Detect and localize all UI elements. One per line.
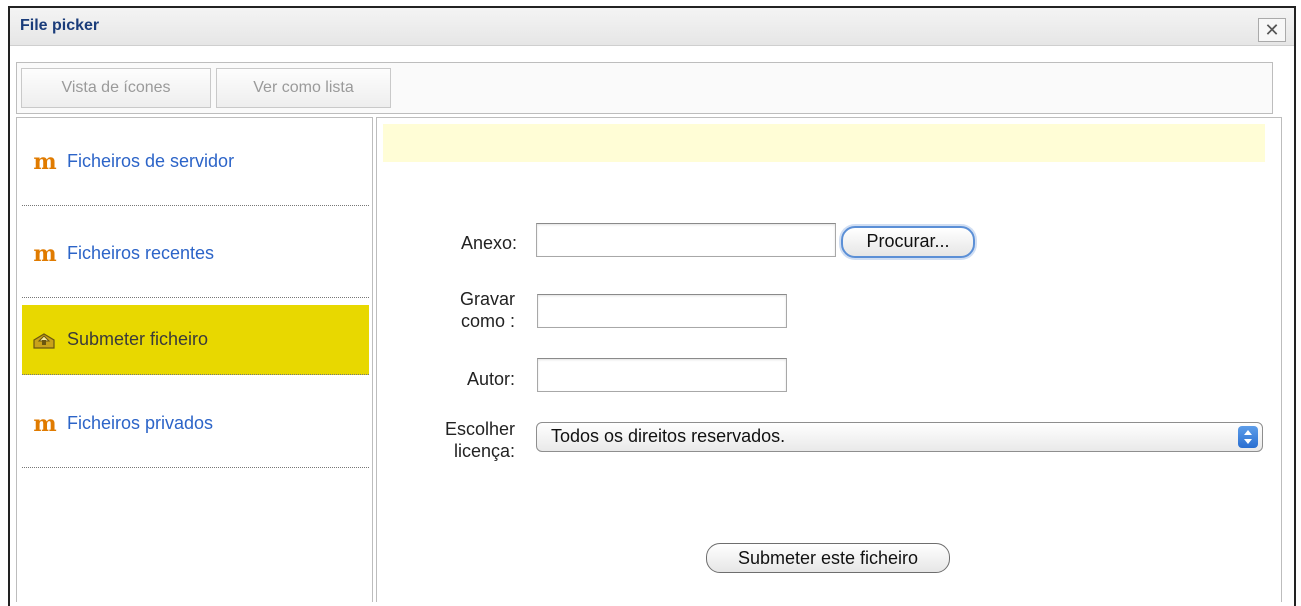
- browse-button[interactable]: Procurar...: [841, 226, 975, 258]
- repository-sidebar: m Ficheiros de servidor m Ficheiros rece…: [16, 117, 373, 602]
- upload-icon: [28, 305, 60, 374]
- saveas-label-line1: Gravar: [459, 289, 515, 309]
- license-label-line2: licença:: [453, 441, 515, 461]
- upload-panel: Anexo: Procurar... Gravar como : Autor: …: [376, 117, 1282, 602]
- sidebar-item-private-files[interactable]: m Ficheiros privados: [22, 380, 369, 468]
- attachment-file-field[interactable]: [536, 223, 836, 257]
- license-selected-value: Todos os direitos reservados.: [551, 426, 786, 446]
- license-label: Escolher licença:: [445, 418, 515, 462]
- moodle-icon: m: [33, 410, 56, 437]
- sidebar-item-label: Ficheiros de servidor: [67, 151, 235, 171]
- submit-file-button[interactable]: Submeter este ficheiro: [706, 543, 950, 573]
- author-label: Autor:: [466, 369, 515, 389]
- license-label-line1: Escolher: [444, 419, 515, 439]
- saveas-input[interactable]: [537, 294, 787, 328]
- sidebar-item-recent-files[interactable]: m Ficheiros recentes: [22, 210, 369, 298]
- moodle-icon: m: [33, 148, 56, 175]
- sidebar-item-label: Ficheiros recentes: [67, 243, 215, 263]
- view-toolbar: Vista de ícones Ver como lista: [16, 62, 1273, 114]
- title-bar: File picker ✕: [10, 8, 1294, 46]
- attachment-label: Anexo:: [460, 233, 517, 253]
- license-select[interactable]: Todos os direitos reservados.: [536, 422, 1263, 452]
- moodle-icon: m: [33, 240, 56, 267]
- sidebar-item-upload-file[interactable]: Submeter ficheiro: [22, 305, 369, 375]
- author-input[interactable]: [537, 358, 787, 392]
- sidebar-item-server-files[interactable]: m Ficheiros de servidor: [22, 118, 369, 206]
- message-bar: [383, 124, 1265, 162]
- list-view-button[interactable]: Ver como lista: [216, 68, 391, 108]
- sidebar-item-label: Submeter ficheiro: [67, 329, 209, 349]
- sidebar-item-label: Ficheiros privados: [67, 413, 214, 433]
- saveas-label: Gravar como :: [460, 288, 515, 332]
- icon-view-button[interactable]: Vista de ícones: [21, 68, 211, 108]
- dialog-title: File picker: [20, 17, 100, 34]
- close-icon[interactable]: ✕: [1258, 18, 1286, 42]
- select-arrows-icon: [1238, 426, 1258, 448]
- saveas-label-line2: como :: [460, 311, 515, 331]
